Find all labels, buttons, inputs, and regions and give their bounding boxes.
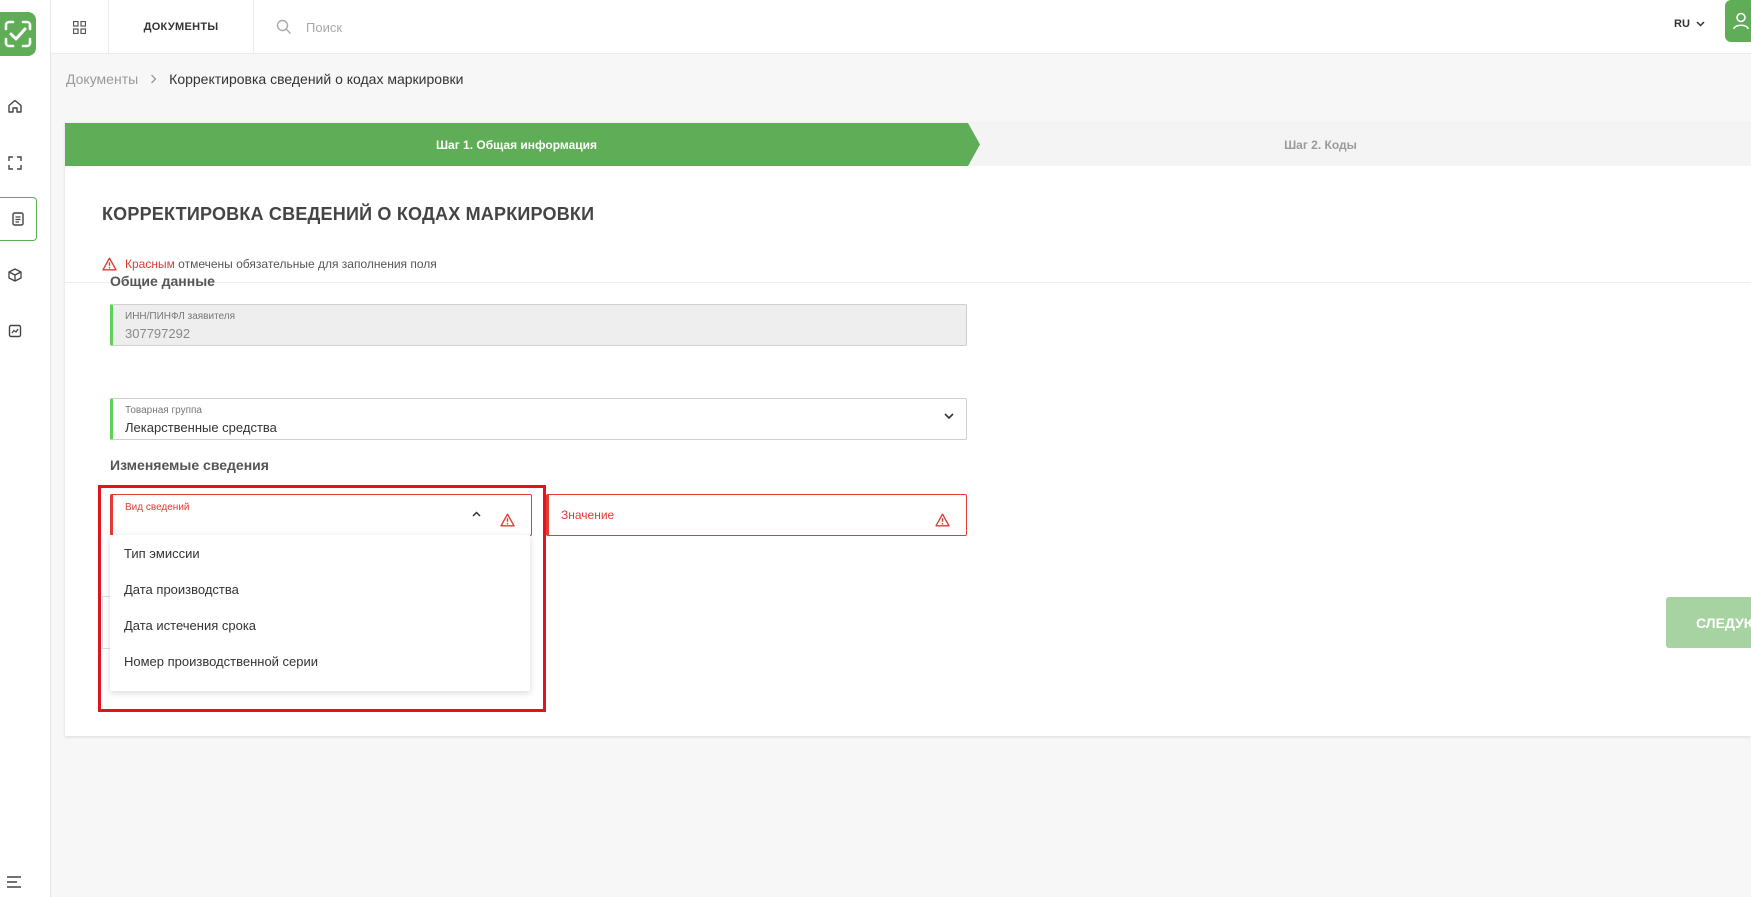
breadcrumb: Документы Корректировка сведений о кодах… xyxy=(66,71,463,87)
app-logo[interactable] xyxy=(0,12,36,56)
inn-value: 307797292 xyxy=(125,326,191,341)
value-placeholder: Значение xyxy=(561,508,615,522)
language-selector[interactable]: RU xyxy=(1674,18,1705,30)
search-input[interactable] xyxy=(306,19,606,35)
breadcrumb-documents-link[interactable]: Документы xyxy=(66,71,138,87)
chevron-right-icon xyxy=(151,74,157,84)
dropdown-option-expiration-date[interactable]: Дата истечения срока xyxy=(110,607,530,643)
scan-icon[interactable] xyxy=(4,152,26,174)
warning-icon xyxy=(102,257,117,271)
chevron-down-icon xyxy=(1696,21,1705,27)
chevron-up-icon xyxy=(472,511,481,517)
search-bar[interactable] xyxy=(276,0,606,54)
general-data-heading: Общие данные xyxy=(110,273,215,289)
logo-check-icon xyxy=(4,20,32,48)
changed-data-heading: Изменяемые сведения xyxy=(110,457,269,473)
topbar: ДОКУМЕНТЫ RU xyxy=(51,0,1751,54)
stepper: Шаг 1. Общая информация Шаг 2. Коды xyxy=(65,123,1751,166)
grid-icon xyxy=(73,20,86,34)
box-icon[interactable] xyxy=(4,264,26,286)
documents-icon[interactable] xyxy=(0,197,37,241)
required-red-word: Красным xyxy=(125,257,175,271)
user-icon xyxy=(1733,12,1749,30)
step-1-active[interactable]: Шаг 1. Общая информация xyxy=(65,123,980,166)
divider xyxy=(65,282,1751,283)
product-group-select[interactable]: Товарная группа Лекарственные средства xyxy=(110,398,967,440)
inn-label: ИНН/ПИНФЛ заявителя xyxy=(125,311,236,322)
reports-icon[interactable] xyxy=(4,320,26,342)
user-profile-button[interactable] xyxy=(1725,0,1751,42)
next-button[interactable]: СЛЕДУЮЩИЙ xyxy=(1666,597,1751,648)
home-icon[interactable] xyxy=(4,95,26,117)
info-type-dropdown: Тип эмиссии Дата производства Дата истеч… xyxy=(110,535,530,691)
sidebar xyxy=(0,0,51,897)
step-2-label: Шаг 2. Коды xyxy=(1284,137,1357,152)
apps-grid-button[interactable] xyxy=(51,0,109,54)
product-group-label: Товарная группа xyxy=(125,405,202,416)
step-1-label: Шаг 1. Общая информация xyxy=(435,137,598,152)
chevron-down-icon xyxy=(944,413,954,420)
required-note-text: отмечены обязательные для заполнения пол… xyxy=(174,257,437,271)
warning-icon xyxy=(935,513,950,527)
form-card: Шаг 1. Общая информация Шаг 2. Коды КОРР… xyxy=(65,123,1751,736)
documents-tab[interactable]: ДОКУМЕНТЫ xyxy=(109,0,254,54)
next-button-label: СЛЕДУЮЩИЙ xyxy=(1696,614,1751,631)
inn-field: ИНН/ПИНФЛ заявителя 307797292 xyxy=(110,304,967,346)
dropdown-option-batch-number[interactable]: Номер производственной серии xyxy=(110,643,530,679)
dropdown-option-emission-type[interactable]: Тип эмиссии xyxy=(110,535,530,571)
dropdown-option-production-date[interactable]: Дата производства xyxy=(110,571,530,607)
info-type-select[interactable]: Вид сведений xyxy=(110,494,532,536)
language-label: RU xyxy=(1674,18,1690,30)
menu-toggle-icon[interactable] xyxy=(6,875,22,893)
product-group-value: Лекарственные средства xyxy=(125,420,277,435)
value-field[interactable]: Значение xyxy=(546,494,967,536)
step-2[interactable]: Шаг 2. Коды xyxy=(980,123,1751,166)
page-title: КОРРЕКТИРОВКА СВЕДЕНИЙ О КОДАХ МАРКИРОВК… xyxy=(102,204,595,224)
warning-icon xyxy=(500,513,515,527)
required-fields-note: Красным отмечены обязательные для заполн… xyxy=(102,257,437,271)
info-type-label: Вид сведений xyxy=(125,502,190,513)
breadcrumb-current: Корректировка сведений о кодах маркировк… xyxy=(169,71,464,87)
search-icon xyxy=(276,19,291,34)
